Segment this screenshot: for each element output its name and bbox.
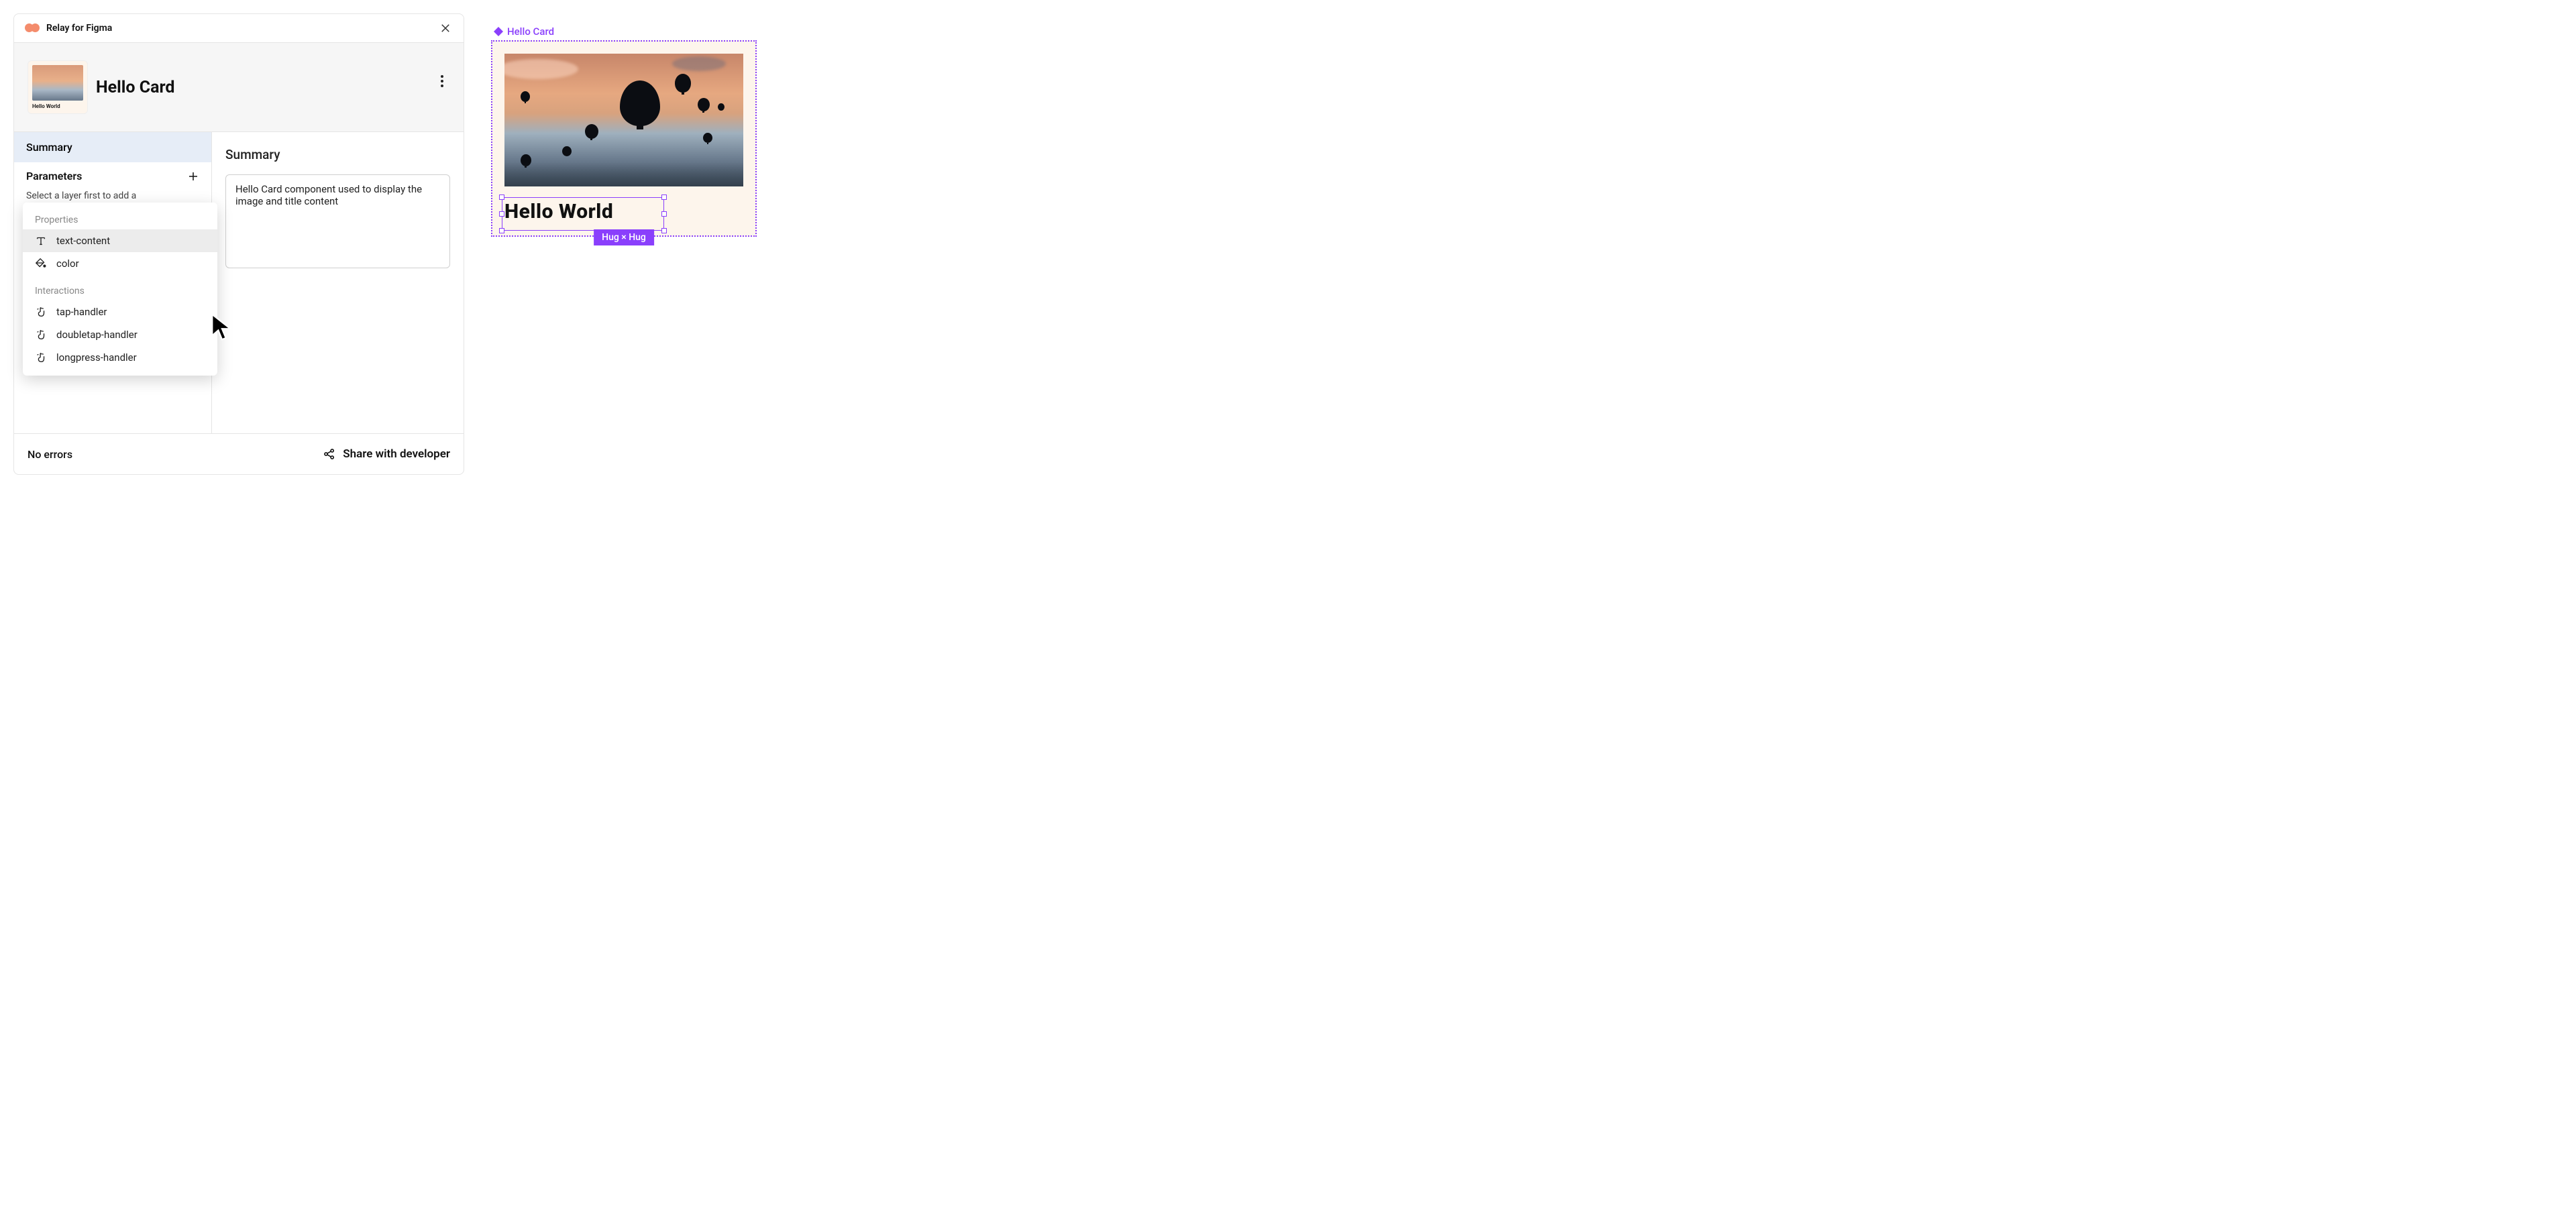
tap-icon [35,306,47,318]
kebab-icon [441,75,443,87]
selection-handle[interactable] [661,228,667,233]
component-icon [494,27,503,36]
plugin-header: Relay for Figma [14,14,464,43]
plugin-title: Relay for Figma [46,23,112,34]
tap-icon [35,351,47,364]
frame-label[interactable]: Hello Card [494,25,766,38]
popover-item-label: text-content [56,235,110,247]
component-thumbnail: Hello World [28,60,88,114]
sidebar-parameters-header: Parameters [14,162,211,190]
hello-card-frame[interactable]: Hello World Hug × Hug [491,40,757,237]
paint-bucket-icon [35,258,47,270]
close-icon [439,22,451,34]
popover-item-label: longpress-handler [56,351,137,364]
thumbnail-caption: Hello World [32,103,83,109]
cursor-icon [211,313,233,342]
selection-handle[interactable] [499,194,504,200]
card-image [504,54,743,186]
main-content: Summary [212,132,464,433]
relay-logo-icon [25,23,40,33]
relay-plugin-panel: Relay for Figma Hello World Hello Card S… [13,13,464,475]
selection-box [502,197,664,231]
status-text: No errors [28,448,72,461]
selection-handle[interactable] [499,228,504,233]
popover-item-color[interactable]: color [23,252,217,275]
summary-title: Summary [225,147,450,162]
selection-handle[interactable] [499,211,504,217]
parameter-popover: Properties text-content color Interactio… [23,203,217,376]
tap-icon [35,329,47,341]
popover-item-label: color [56,258,79,270]
parameters-label: Parameters [26,170,82,182]
figma-canvas: Hello Card Hello World [491,13,766,475]
share-with-developer-button[interactable]: Share with developer [323,447,450,461]
share-icon [323,447,336,461]
popover-item-label: doubletap-handler [56,329,138,341]
frame-label-text: Hello Card [507,25,554,38]
component-header: Hello World Hello Card [14,43,464,132]
popover-item-label: tap-handler [56,306,107,318]
plugin-footer: No errors Share with developer [14,434,464,474]
summary-textarea[interactable] [225,174,450,268]
sidebar: Summary Parameters Select a layer first … [14,132,212,433]
popover-interactions-label: Interactions [23,280,217,300]
popover-item-tap-handler[interactable]: tap-handler [23,300,217,323]
text-icon [35,235,47,247]
selection-handle[interactable] [661,211,667,217]
share-label: Share with developer [343,447,450,461]
popover-item-text-content[interactable]: text-content [23,229,217,252]
more-options-button[interactable] [434,73,450,89]
popover-item-longpress-handler[interactable]: longpress-handler [23,346,217,369]
constraint-badge: Hug × Hug [594,229,654,245]
close-button[interactable] [438,21,453,36]
plugin-header-left: Relay for Figma [25,23,112,34]
popover-properties-label: Properties [23,209,217,229]
component-name: Hello Card [96,78,174,97]
add-parameter-button[interactable] [187,170,199,182]
text-layer-selection[interactable]: Hello World [504,200,743,223]
popover-item-doubletap-handler[interactable]: doubletap-handler [23,323,217,346]
selection-handle[interactable] [661,194,667,200]
sidebar-item-summary[interactable]: Summary [14,132,211,162]
thumbnail-image [32,65,83,101]
plugin-body: Summary Parameters Select a layer first … [14,132,464,434]
